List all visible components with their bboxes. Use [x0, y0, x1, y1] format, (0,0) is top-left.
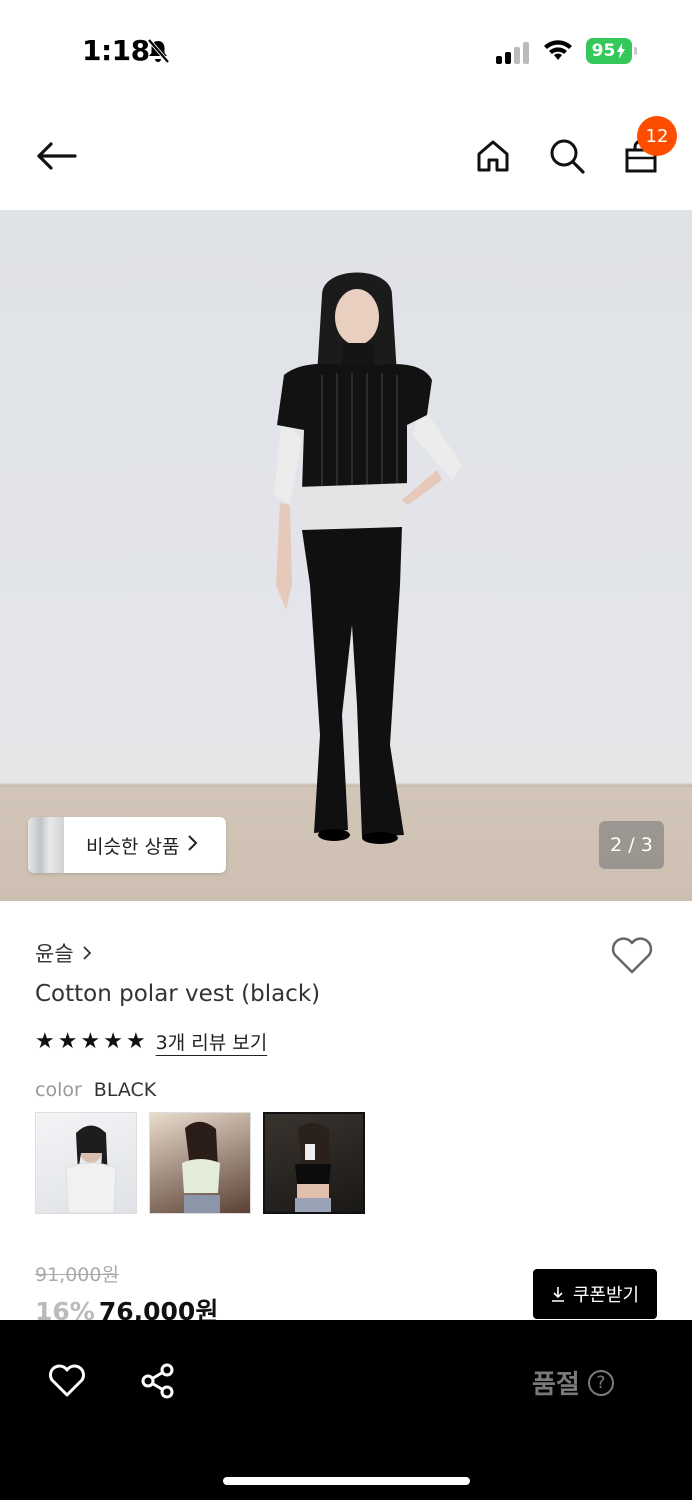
similar-products-button[interactable]: 비슷한 상품 — [28, 817, 226, 873]
coupon-label: 쿠폰받기 — [572, 1285, 640, 1306]
product-name: Cotton polar vest (black) — [35, 981, 321, 1007]
view-reviews-link[interactable]: 3개 리뷰 보기 — [156, 1028, 268, 1055]
rating-row: ★ ★ ★ ★ ★ 3개 리뷰 보기 — [35, 1028, 267, 1055]
search-icon[interactable] — [545, 134, 589, 178]
image-page-indicator: 2 / 3 — [599, 821, 664, 869]
rating-stars: ★ ★ ★ ★ ★ — [35, 1029, 146, 1054]
bell-muted-icon — [146, 38, 170, 68]
original-price: 91,000원 — [35, 1264, 119, 1286]
home-indicator — [223, 1477, 470, 1485]
wishlist-heart-icon[interactable] — [610, 936, 654, 980]
top-nav — [0, 104, 692, 210]
chevron-right-icon — [187, 833, 199, 857]
help-icon[interactable]: ? — [587, 1369, 614, 1396]
status-bar: 1:18 95 — [0, 0, 692, 104]
color-label: color — [35, 1079, 82, 1101]
color-row: color BLACK — [35, 1079, 156, 1101]
chevron-right-icon — [83, 946, 91, 960]
status-time: 1:18 — [82, 34, 150, 67]
brand-name: 윤슬 — [35, 942, 74, 966]
cart-count-badge: 12 — [637, 116, 677, 156]
battery-icon: 95 — [586, 38, 637, 64]
similar-product-thumbnail — [28, 817, 64, 873]
back-arrow-icon[interactable] — [34, 134, 78, 178]
color-value: BLACK — [93, 1079, 157, 1101]
swatch-black-selected[interactable] — [263, 1112, 365, 1214]
coupon-download-button[interactable]: 쿠폰받기 — [533, 1269, 657, 1319]
star-icon: ★ — [103, 1029, 123, 1054]
swatch-white[interactable] — [35, 1112, 137, 1214]
soldout-label: 품절 — [532, 1370, 580, 1400]
star-icon: ★ — [35, 1029, 55, 1054]
star-icon: ★ — [57, 1029, 78, 1054]
bottom-action-bar: 품절 ? — [0, 1320, 692, 1500]
color-swatches — [35, 1112, 365, 1214]
home-icon[interactable] — [471, 134, 515, 178]
swatch-mint[interactable] — [149, 1112, 251, 1214]
download-icon — [551, 1287, 564, 1302]
star-icon: ★ — [125, 1029, 146, 1054]
battery-level: 95 — [591, 41, 616, 61]
heart-icon[interactable] — [48, 1364, 86, 1402]
wifi-icon — [542, 38, 574, 66]
signal-icon — [496, 40, 532, 64]
share-icon[interactable] — [140, 1362, 176, 1404]
soldout-status: 품절 ? — [532, 1364, 614, 1401]
star-icon: ★ — [80, 1029, 101, 1054]
brand-link[interactable]: 윤슬 — [35, 938, 92, 968]
similar-products-label: 비슷한 상품 — [86, 835, 180, 858]
product-image[interactable]: 비슷한 상품 2 / 3 — [0, 210, 692, 901]
model-figure — [274, 272, 462, 844]
